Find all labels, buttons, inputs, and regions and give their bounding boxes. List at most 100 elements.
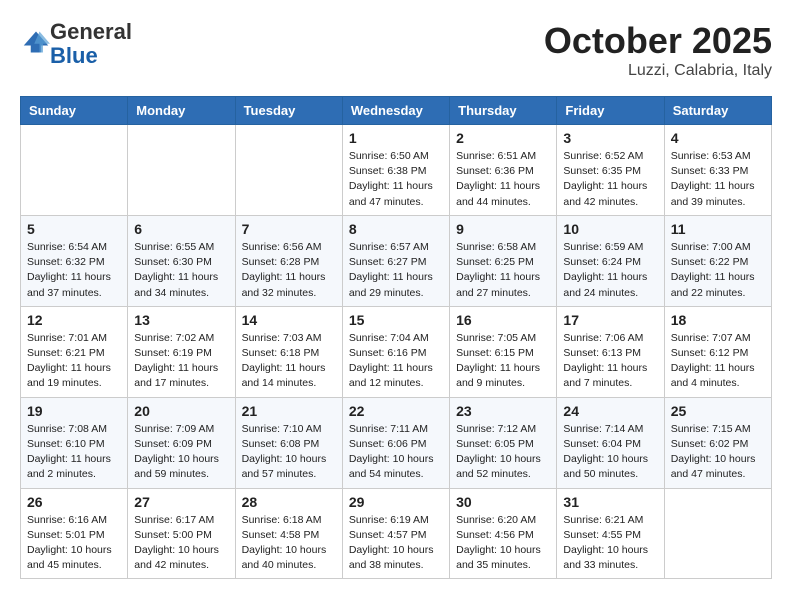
day-number: 1: [349, 130, 443, 146]
day-info: Sunrise: 7:03 AM Sunset: 6:18 PM Dayligh…: [242, 331, 336, 392]
day-number: 12: [27, 312, 121, 328]
weekday-header: Friday: [557, 97, 664, 125]
day-info: Sunrise: 6:18 AM Sunset: 4:58 PM Dayligh…: [242, 513, 336, 574]
day-info: Sunrise: 6:53 AM Sunset: 6:33 PM Dayligh…: [671, 149, 765, 210]
day-info: Sunrise: 6:54 AM Sunset: 6:32 PM Dayligh…: [27, 240, 121, 301]
weekday-row: SundayMondayTuesdayWednesdayThursdayFrid…: [21, 97, 772, 125]
day-info: Sunrise: 7:09 AM Sunset: 6:09 PM Dayligh…: [134, 422, 228, 483]
day-info: Sunrise: 6:20 AM Sunset: 4:56 PM Dayligh…: [456, 513, 550, 574]
day-number: 18: [671, 312, 765, 328]
day-info: Sunrise: 7:00 AM Sunset: 6:22 PM Dayligh…: [671, 240, 765, 301]
calendar-cell: 6 Sunrise: 6:55 AM Sunset: 6:30 PM Daylig…: [128, 215, 235, 306]
day-number: 2: [456, 130, 550, 146]
day-info: Sunrise: 6:21 AM Sunset: 4:55 PM Dayligh…: [563, 513, 657, 574]
day-info: Sunrise: 6:58 AM Sunset: 6:25 PM Dayligh…: [456, 240, 550, 301]
day-info: Sunrise: 6:50 AM Sunset: 6:38 PM Dayligh…: [349, 149, 443, 210]
weekday-header: Monday: [128, 97, 235, 125]
weekday-header: Sunday: [21, 97, 128, 125]
day-number: 4: [671, 130, 765, 146]
day-info: Sunrise: 6:17 AM Sunset: 5:00 PM Dayligh…: [134, 513, 228, 574]
calendar-week: 5 Sunrise: 6:54 AM Sunset: 6:32 PM Daylig…: [21, 215, 772, 306]
calendar-week: 12 Sunrise: 7:01 AM Sunset: 6:21 PM Dayli…: [21, 306, 772, 397]
day-info: Sunrise: 6:19 AM Sunset: 4:57 PM Dayligh…: [349, 513, 443, 574]
day-info: Sunrise: 6:57 AM Sunset: 6:27 PM Dayligh…: [349, 240, 443, 301]
day-info: Sunrise: 7:02 AM Sunset: 6:19 PM Dayligh…: [134, 331, 228, 392]
title-block: October 2025 Luzzi, Calabria, Italy: [544, 20, 772, 80]
day-number: 21: [242, 403, 336, 419]
day-number: 25: [671, 403, 765, 419]
day-number: 22: [349, 403, 443, 419]
day-number: 24: [563, 403, 657, 419]
day-number: 9: [456, 221, 550, 237]
day-info: Sunrise: 6:55 AM Sunset: 6:30 PM Dayligh…: [134, 240, 228, 301]
calendar-cell: 1 Sunrise: 6:50 AM Sunset: 6:38 PM Daylig…: [342, 125, 449, 216]
calendar-cell: 23 Sunrise: 7:12 AM Sunset: 6:05 PM Dayli…: [450, 397, 557, 488]
calendar-cell: 8 Sunrise: 6:57 AM Sunset: 6:27 PM Daylig…: [342, 215, 449, 306]
day-number: 29: [349, 494, 443, 510]
calendar-cell: 4 Sunrise: 6:53 AM Sunset: 6:33 PM Daylig…: [664, 125, 771, 216]
weekday-header: Wednesday: [342, 97, 449, 125]
calendar-cell: 28 Sunrise: 6:18 AM Sunset: 4:58 PM Dayli…: [235, 488, 342, 579]
day-number: 31: [563, 494, 657, 510]
month-title: October 2025: [544, 20, 772, 62]
calendar-body: 1 Sunrise: 6:50 AM Sunset: 6:38 PM Daylig…: [21, 125, 772, 579]
day-info: Sunrise: 7:12 AM Sunset: 6:05 PM Dayligh…: [456, 422, 550, 483]
day-number: 27: [134, 494, 228, 510]
day-number: 8: [349, 221, 443, 237]
calendar-cell: 7 Sunrise: 6:56 AM Sunset: 6:28 PM Daylig…: [235, 215, 342, 306]
day-info: Sunrise: 7:04 AM Sunset: 6:16 PM Dayligh…: [349, 331, 443, 392]
day-number: 23: [456, 403, 550, 419]
calendar-cell: 14 Sunrise: 7:03 AM Sunset: 6:18 PM Dayli…: [235, 306, 342, 397]
day-number: 28: [242, 494, 336, 510]
calendar-cell: 31 Sunrise: 6:21 AM Sunset: 4:55 PM Dayli…: [557, 488, 664, 579]
calendar-cell: 15 Sunrise: 7:04 AM Sunset: 6:16 PM Dayli…: [342, 306, 449, 397]
day-number: 20: [134, 403, 228, 419]
day-info: Sunrise: 6:16 AM Sunset: 5:01 PM Dayligh…: [27, 513, 121, 574]
calendar-cell: 18 Sunrise: 7:07 AM Sunset: 6:12 PM Dayli…: [664, 306, 771, 397]
logo-blue: Blue: [50, 43, 98, 68]
calendar-week: 1 Sunrise: 6:50 AM Sunset: 6:38 PM Daylig…: [21, 125, 772, 216]
day-number: 15: [349, 312, 443, 328]
location: Luzzi, Calabria, Italy: [544, 62, 772, 80]
day-info: Sunrise: 7:14 AM Sunset: 6:04 PM Dayligh…: [563, 422, 657, 483]
calendar-cell: 29 Sunrise: 6:19 AM Sunset: 4:57 PM Dayli…: [342, 488, 449, 579]
calendar-week: 19 Sunrise: 7:08 AM Sunset: 6:10 PM Dayli…: [21, 397, 772, 488]
day-info: Sunrise: 7:15 AM Sunset: 6:02 PM Dayligh…: [671, 422, 765, 483]
weekday-header: Thursday: [450, 97, 557, 125]
day-number: 16: [456, 312, 550, 328]
calendar: SundayMondayTuesdayWednesdayThursdayFrid…: [20, 96, 772, 579]
day-info: Sunrise: 7:10 AM Sunset: 6:08 PM Dayligh…: [242, 422, 336, 483]
day-info: Sunrise: 7:05 AM Sunset: 6:15 PM Dayligh…: [456, 331, 550, 392]
day-number: 7: [242, 221, 336, 237]
calendar-cell: 16 Sunrise: 7:05 AM Sunset: 6:15 PM Dayli…: [450, 306, 557, 397]
day-info: Sunrise: 7:08 AM Sunset: 6:10 PM Dayligh…: [27, 422, 121, 483]
calendar-cell: 30Sunrise: 6:20 AM Sunset: 4:56 PM Dayli…: [450, 488, 557, 579]
day-info: Sunrise: 6:51 AM Sunset: 6:36 PM Dayligh…: [456, 149, 550, 210]
calendar-cell: 20 Sunrise: 7:09 AM Sunset: 6:09 PM Dayli…: [128, 397, 235, 488]
day-number: 5: [27, 221, 121, 237]
calendar-cell: 10Sunrise: 6:59 AM Sunset: 6:24 PM Dayli…: [557, 215, 664, 306]
weekday-header: Saturday: [664, 97, 771, 125]
day-number: 19: [27, 403, 121, 419]
day-number: 3: [563, 130, 657, 146]
calendar-cell: 9 Sunrise: 6:58 AM Sunset: 6:25 PM Daylig…: [450, 215, 557, 306]
calendar-cell: [235, 125, 342, 216]
logo-icon: [22, 28, 50, 56]
day-info: Sunrise: 6:56 AM Sunset: 6:28 PM Dayligh…: [242, 240, 336, 301]
calendar-cell: 11Sunrise: 7:00 AM Sunset: 6:22 PM Dayli…: [664, 215, 771, 306]
calendar-header: SundayMondayTuesdayWednesdayThursdayFrid…: [21, 97, 772, 125]
day-number: 14: [242, 312, 336, 328]
calendar-cell: 3Sunrise: 6:52 AM Sunset: 6:35 PM Daylig…: [557, 125, 664, 216]
day-info: Sunrise: 6:59 AM Sunset: 6:24 PM Dayligh…: [563, 240, 657, 301]
calendar-cell: [21, 125, 128, 216]
calendar-cell: 17Sunrise: 7:06 AM Sunset: 6:13 PM Dayli…: [557, 306, 664, 397]
day-info: Sunrise: 7:07 AM Sunset: 6:12 PM Dayligh…: [671, 331, 765, 392]
day-number: 26: [27, 494, 121, 510]
weekday-header: Tuesday: [235, 97, 342, 125]
day-number: 6: [134, 221, 228, 237]
calendar-cell: 21 Sunrise: 7:10 AM Sunset: 6:08 PM Dayli…: [235, 397, 342, 488]
calendar-cell: 2 Sunrise: 6:51 AM Sunset: 6:36 PM Daylig…: [450, 125, 557, 216]
logo-general: General: [50, 19, 132, 44]
day-info: Sunrise: 7:01 AM Sunset: 6:21 PM Dayligh…: [27, 331, 121, 392]
calendar-cell: 19 Sunrise: 7:08 AM Sunset: 6:10 PM Dayli…: [21, 397, 128, 488]
